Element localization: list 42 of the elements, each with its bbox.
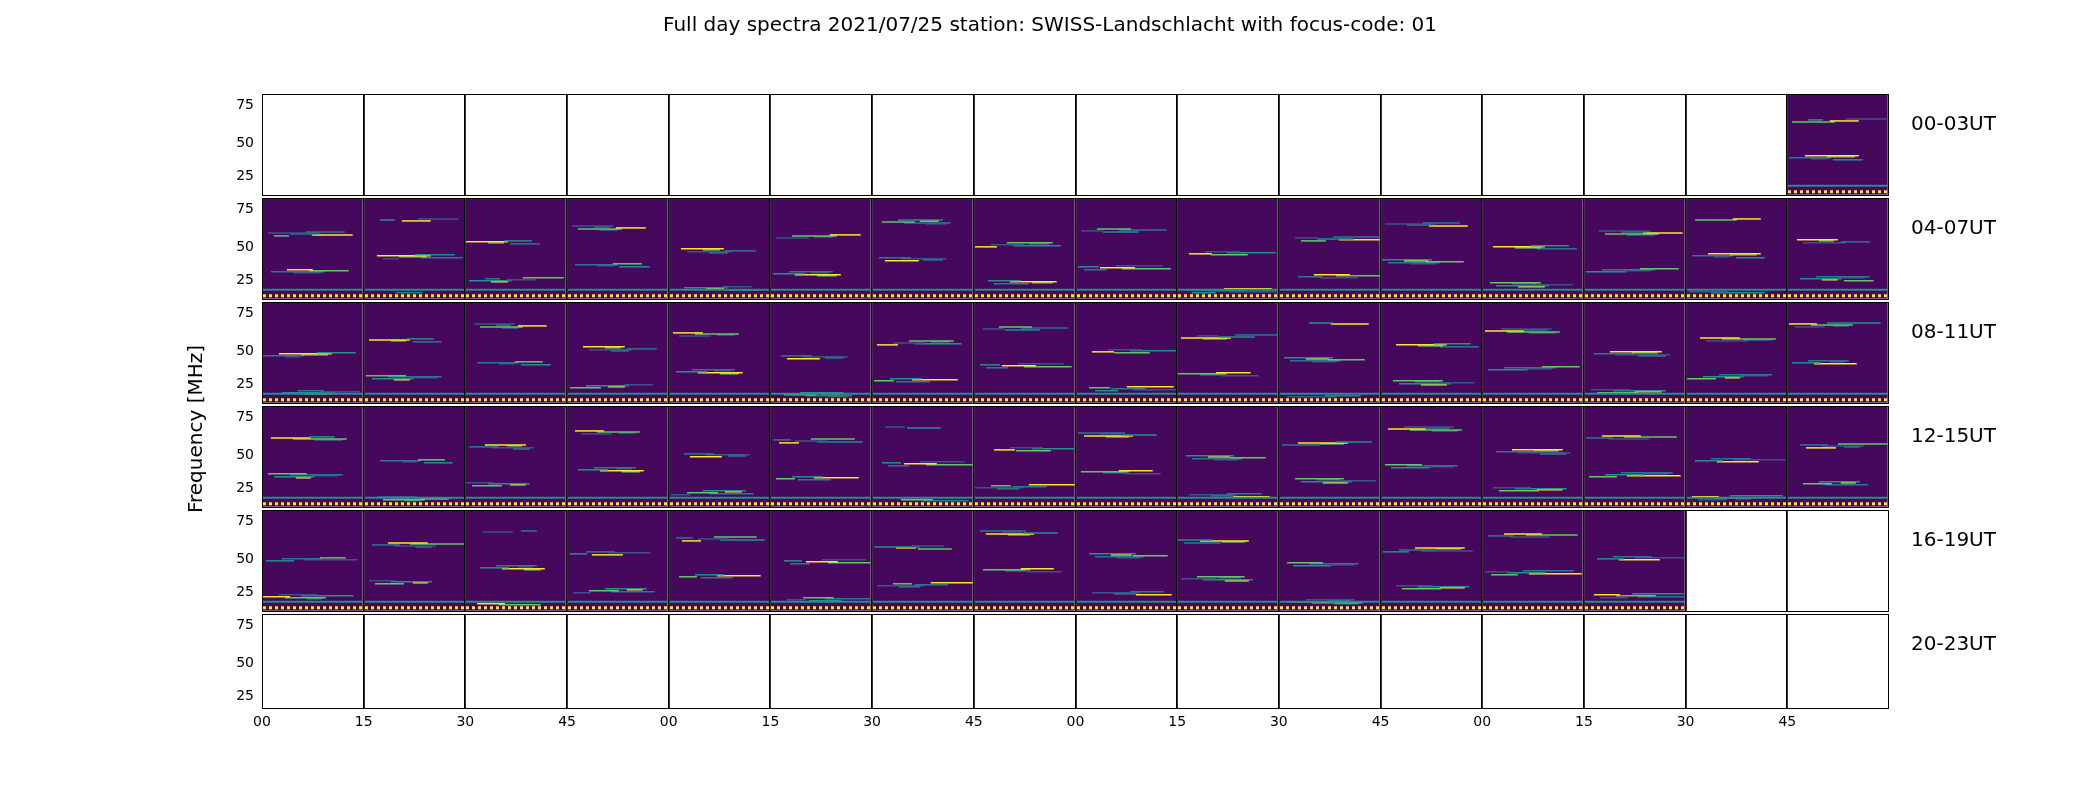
time-range-label: 12-15UT [1910, 422, 1996, 449]
time-range-label: 04-07UT [1910, 214, 1996, 241]
x-tick-label: 00 [1472, 713, 1493, 729]
y-tick-label: 50 [236, 549, 254, 566]
y-tick-label: 25 [236, 686, 254, 703]
x-tick-label: 30 [1675, 713, 1696, 729]
x-tick-label: 15 [1167, 713, 1188, 729]
y-tick-label: 50 [236, 445, 254, 462]
y-tick-label: 25 [236, 166, 254, 183]
x-tick-label: 30 [455, 713, 476, 729]
x-tick-label: 30 [1268, 713, 1289, 729]
x-tick-label: 45 [557, 713, 577, 729]
time-range-label: 16-19UT [1910, 526, 1996, 553]
time-range-label: 08-11UT [1910, 318, 1996, 345]
y-tick-label: 25 [236, 270, 254, 287]
y-tick-label: 75 [236, 199, 254, 216]
x-tick-label: 45 [1370, 713, 1391, 729]
y-tick-label: 25 [236, 478, 254, 495]
x-tick-label: 30 [862, 713, 883, 729]
time-range-label: 00-03UT [1910, 110, 1996, 137]
x-tick-label: 45 [1777, 713, 1798, 729]
y-tick-label: 50 [236, 237, 254, 254]
y-tick-label: 75 [236, 407, 254, 424]
y-tick-label: 25 [236, 374, 254, 391]
y-axis-label: Frequency [MHz] [183, 344, 207, 514]
x-tick-label: 00 [252, 713, 272, 729]
y-tick-label: 75 [236, 95, 254, 112]
chart-title: Full day spectra 2021/07/25 station: SWISS-Landschlacht with focus-code: 01 [662, 11, 1438, 38]
y-tick-label: 25 [236, 582, 254, 599]
x-tick-label: 15 [1574, 713, 1594, 729]
x-tick-label: 00 [658, 713, 679, 729]
y-tick-label: 75 [236, 303, 254, 320]
y-tick-label: 50 [236, 653, 254, 670]
y-tick-label: 75 [236, 511, 254, 528]
y-tick-label: 75 [236, 615, 254, 632]
time-range-label: 20-23UT [1910, 630, 1996, 657]
x-tick-label: 15 [353, 713, 374, 729]
x-tick-label: 00 [1065, 713, 1086, 729]
x-tick-label: 45 [963, 713, 984, 729]
x-tick-label: 15 [760, 713, 781, 729]
y-tick-label: 50 [236, 133, 254, 150]
y-tick-label: 50 [236, 341, 254, 358]
